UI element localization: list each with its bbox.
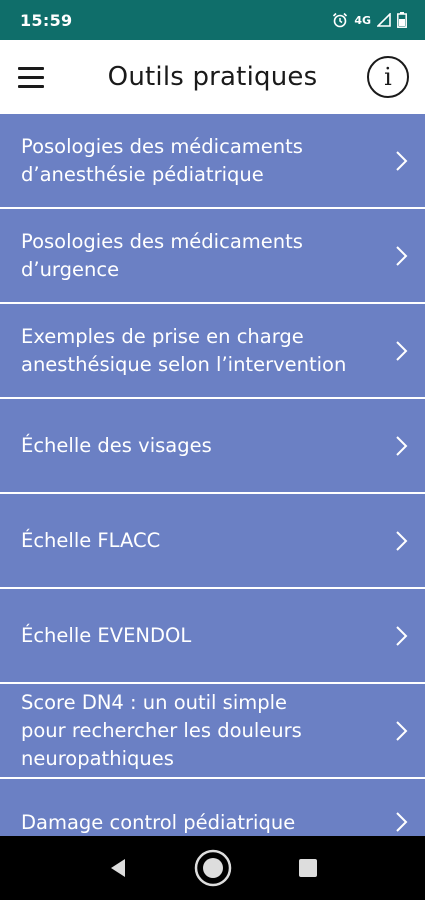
list-item-label: Échelle EVENDOL [21,623,192,647]
list-item-echelle-flacc[interactable]: Échelle FLACC [0,494,425,587]
signal-icon [377,13,391,27]
info-glyph: i [384,63,392,91]
chevron-right-icon [396,720,408,741]
network-type: 4G [354,13,371,27]
alarm-icon [333,12,348,28]
info-icon[interactable]: i [367,56,409,98]
page-title: Outils pratiques [107,62,318,92]
list-item-label: Posologies des médicaments d’urgence [21,229,303,281]
list-item-exemples-prise-en-charge[interactable]: Exemples de prise en charge anesthésique… [0,304,425,397]
list-item-echelle-visages[interactable]: Échelle des visages [0,399,425,492]
status-time: 15:59 [20,10,73,30]
battery-icon [397,12,407,28]
list-item-label: Score DN4 : un outil simple pour recherc… [21,690,302,770]
status-bar: 15:59 4G [0,0,425,40]
chevron-right-icon [396,625,408,646]
system-nav-bar [0,836,425,900]
list-item-posologies-anesthesie[interactable]: Posologies des médicaments d’anesthésie … [0,114,425,207]
recents-icon[interactable] [286,846,330,890]
tools-list: Posologies des médicaments d’anesthésie … [0,114,425,836]
home-icon[interactable] [191,846,235,890]
chevron-right-icon [396,812,408,832]
list-item-label: Échelle des visages [21,433,212,457]
app-header: Outils pratiques i [0,40,425,114]
list-item-damage-control[interactable]: Damage control pédiatrique [0,779,425,836]
status-icons: 4G [332,12,407,28]
chevron-right-icon [396,340,408,361]
list-item-label: Posologies des médicaments d’anesthésie … [21,134,303,186]
hamburger-menu-icon[interactable] [18,62,54,92]
back-icon[interactable] [96,846,140,890]
list-item-posologies-urgence[interactable]: Posologies des médicaments d’urgence [0,209,425,302]
list-item-label: Échelle FLACC [21,528,161,552]
chevron-right-icon [396,245,408,266]
list-item-label: Exemples de prise en charge anesthésique… [21,324,347,376]
chevron-right-icon [396,150,408,171]
list-item-echelle-evendol[interactable]: Échelle EVENDOL [0,589,425,682]
chevron-right-icon [396,435,408,456]
list-item-label: Damage control pédiatrique [21,811,296,834]
list-item-score-dn4[interactable]: Score DN4 : un outil simple pour recherc… [0,684,425,777]
chevron-right-icon [396,530,408,551]
